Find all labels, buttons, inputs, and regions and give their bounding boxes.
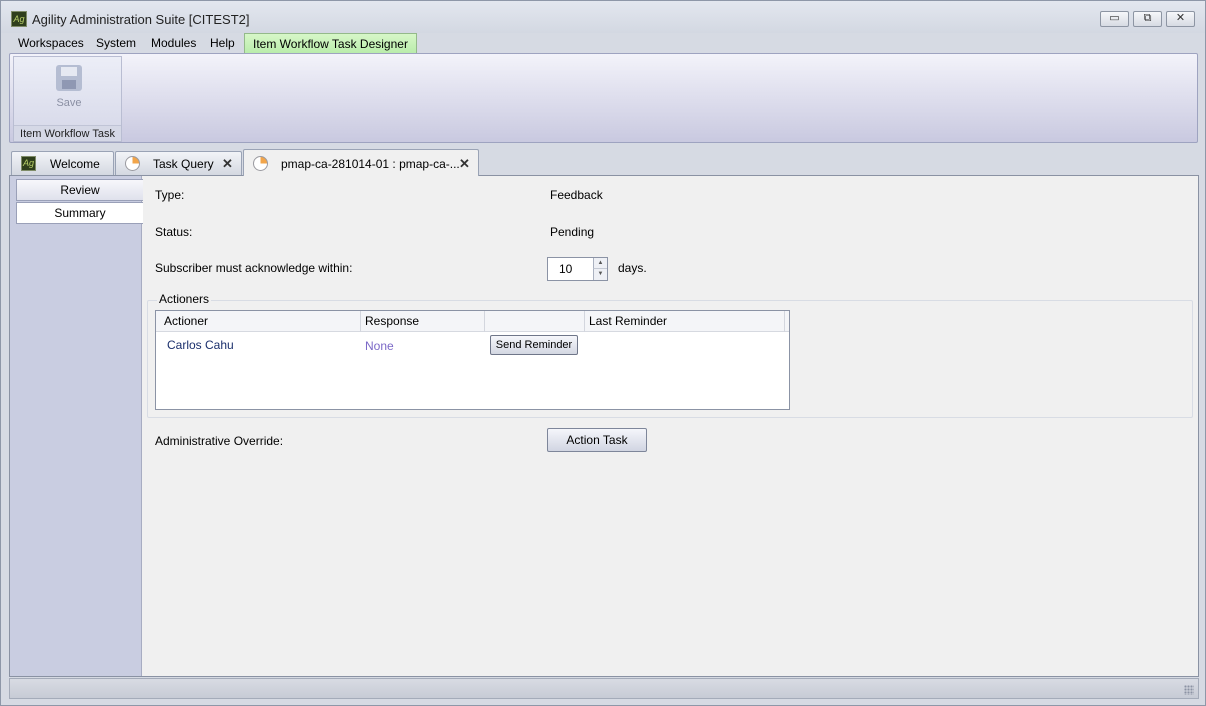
type-value: Feedback xyxy=(550,188,603,202)
close-tab-icon[interactable]: ✕ xyxy=(222,156,233,172)
column-header-action[interactable] xyxy=(485,311,585,332)
tab-task-detail[interactable]: pmap-ca-281014-01 : pmap-ca-... ✕ xyxy=(243,149,479,176)
agility-logo-icon: Ag xyxy=(21,156,36,171)
task-clock-icon xyxy=(125,156,140,171)
menu-item-workflow-task-designer[interactable]: Item Workflow Task Designer xyxy=(244,33,417,54)
tab-label: pmap-ca-281014-01 : pmap-ca-... xyxy=(281,157,460,171)
save-button[interactable]: Save xyxy=(44,63,94,113)
ribbon-group-label: Item Workflow Task xyxy=(14,125,121,141)
status-label: Status: xyxy=(155,225,193,239)
status-value: Pending xyxy=(550,225,595,239)
minimize-button[interactable]: ▭ xyxy=(1100,11,1129,27)
title-bar[interactable]: Ag Agility Administration Suite [CITEST2… xyxy=(1,1,1205,33)
override-label: Administrative Override: xyxy=(155,434,284,448)
close-window-button[interactable]: ✕ xyxy=(1166,11,1195,27)
actioners-group-title: Actioners xyxy=(157,292,212,306)
task-clock-icon xyxy=(253,156,268,171)
resize-grip-icon[interactable] xyxy=(1184,685,1194,695)
table-header: Actioner Response Last Reminder xyxy=(156,311,789,332)
acknowledge-days-value[interactable]: 10 xyxy=(559,262,572,276)
agility-logo-icon: Ag xyxy=(11,11,27,27)
save-disk-icon xyxy=(56,65,82,91)
column-header-response[interactable]: Response xyxy=(361,311,485,332)
menu-bar: Workspaces System Modules Help Item Work… xyxy=(9,33,1197,54)
tab-label: Welcome xyxy=(50,157,100,171)
side-nav: Review Summary xyxy=(10,176,143,676)
menu-workspaces[interactable]: Workspaces xyxy=(10,35,92,52)
actioner-response: None xyxy=(365,339,394,353)
ribbon: Save Item Workflow Task xyxy=(9,53,1198,143)
close-tab-icon[interactable]: ✕ xyxy=(459,156,470,172)
window-title: Agility Administration Suite [CITEST2] xyxy=(32,12,250,27)
action-task-button[interactable]: Action Task xyxy=(547,428,647,452)
status-bar xyxy=(9,678,1199,699)
actioners-table: Actioner Response Last Reminder Carlos C… xyxy=(155,310,790,410)
tab-task-query[interactable]: Task Query ✕ xyxy=(115,151,242,175)
spin-up-icon[interactable]: ▲ xyxy=(593,258,607,269)
actioner-name[interactable]: Carlos Cahu xyxy=(167,338,234,352)
acknowledge-label: Subscriber must acknowledge within: xyxy=(155,261,353,275)
side-nav-summary[interactable]: Summary xyxy=(16,202,143,224)
tab-welcome[interactable]: Ag Welcome xyxy=(11,151,114,175)
side-nav-review[interactable]: Review xyxy=(16,179,143,201)
column-header-last-reminder[interactable]: Last Reminder xyxy=(585,311,785,332)
menu-modules[interactable]: Modules xyxy=(143,35,204,52)
ribbon-group-item-workflow-task: Save Item Workflow Task xyxy=(13,56,122,142)
days-unit-label: days. xyxy=(618,261,647,275)
document-tabs: Ag Welcome Task Query ✕ pmap-ca-281014-0… xyxy=(9,149,1199,176)
type-label: Type: xyxy=(155,188,185,202)
restore-button[interactable]: ⧉ xyxy=(1133,11,1162,27)
menu-system[interactable]: System xyxy=(88,35,144,52)
task-detail-panel: Review Summary Type: Feedback Status: Pe… xyxy=(9,175,1199,677)
acknowledge-days-spinner[interactable]: 10 ▲ ▼ xyxy=(547,257,608,281)
column-header-actioner[interactable]: Actioner xyxy=(160,311,361,332)
tab-label: Task Query xyxy=(153,157,214,171)
menu-help[interactable]: Help xyxy=(202,35,243,52)
application-window: Ag Agility Administration Suite [CITEST2… xyxy=(0,0,1206,706)
send-reminder-button[interactable]: Send Reminder xyxy=(490,335,578,355)
save-label: Save xyxy=(56,97,82,109)
spin-down-icon[interactable]: ▼ xyxy=(593,269,607,280)
